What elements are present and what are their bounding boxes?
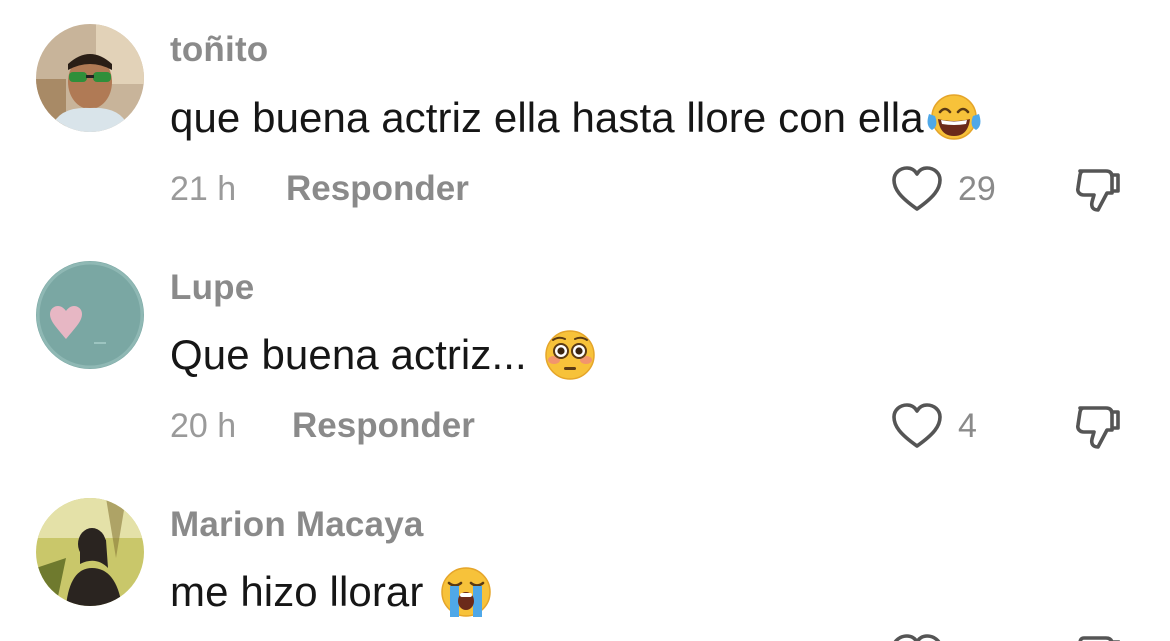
- next-row-partial: [890, 630, 1130, 641]
- comment-text-content: Que buena actriz...: [170, 331, 539, 378]
- avatar-photo: [36, 261, 144, 369]
- avatar-photo: [36, 498, 144, 606]
- comment-text-content: que buena actriz ella hasta llore con el…: [170, 94, 924, 141]
- heart-icon: [890, 164, 944, 214]
- like-button[interactable]: 29: [890, 164, 996, 214]
- reply-button[interactable]: Responder: [292, 406, 475, 446]
- comment-text: que buena actriz ella hasta llore con el…: [170, 94, 982, 144]
- tears-of-joy-emoji-icon: [926, 92, 982, 144]
- comment-text: Que buena actriz...: [170, 328, 597, 382]
- like-button[interactable]: 4: [890, 401, 977, 451]
- username[interactable]: toñito: [170, 30, 268, 70]
- reply-button[interactable]: Responder: [286, 169, 469, 209]
- loudly-crying-emoji-icon: [439, 565, 493, 619]
- dislike-button[interactable]: [1072, 165, 1124, 217]
- like-count: 4: [958, 406, 977, 445]
- comment-time: 20 h: [170, 407, 237, 445]
- comment-text: me hizo llorar: [170, 565, 493, 619]
- thumbs-down-icon: [1072, 402, 1124, 454]
- username[interactable]: Marion Macaya: [170, 505, 424, 545]
- avatar[interactable]: [36, 498, 144, 606]
- heart-icon: [890, 401, 944, 451]
- username[interactable]: Lupe: [170, 268, 254, 308]
- like-count: 29: [958, 169, 996, 208]
- thumbs-down-icon: [1072, 630, 1124, 641]
- avatar[interactable]: [36, 24, 144, 132]
- thumbs-down-icon: [1072, 165, 1124, 217]
- dislike-button[interactable]: [1072, 402, 1124, 454]
- heart-icon: [890, 630, 944, 641]
- avatar-photo: [36, 24, 144, 132]
- comment-text-content: me hizo llorar: [170, 568, 436, 615]
- comment-time: 21 h: [170, 170, 237, 208]
- avatar[interactable]: [36, 261, 144, 369]
- flushed-emoji-icon: [543, 328, 597, 382]
